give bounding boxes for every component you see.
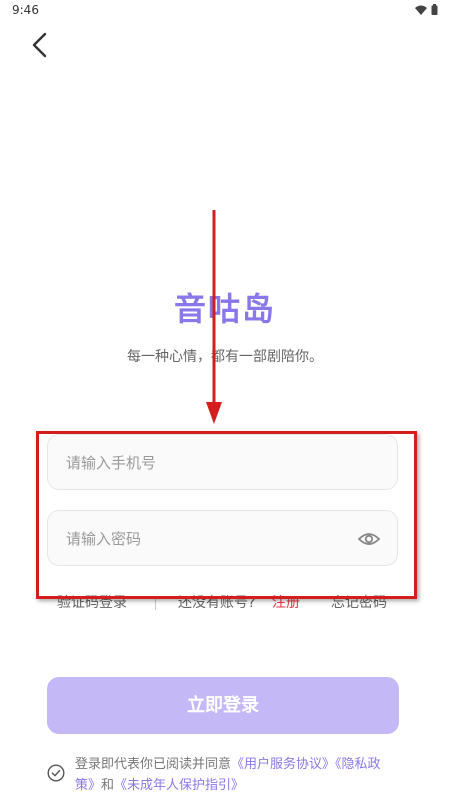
app-title: 音咕岛 bbox=[173, 290, 276, 328]
status-icons bbox=[415, 4, 438, 15]
agreement-and: 和 bbox=[101, 778, 115, 793]
status-time: 9:46 bbox=[12, 3, 39, 17]
battery-icon bbox=[431, 4, 438, 15]
app-slogan: 每一种心情，都有一部剧陪你。 bbox=[127, 349, 323, 365]
minor-guide-link[interactable]: 《未成年人保护指引》 bbox=[114, 778, 244, 793]
status-bar: 9:46 bbox=[0, 0, 450, 22]
user-agreement-link[interactable]: 《用户服务协议》 bbox=[231, 757, 335, 772]
chevron-left-icon bbox=[32, 32, 47, 58]
login-button[interactable]: 立即登录 bbox=[47, 677, 399, 734]
agreement-checkbox[interactable] bbox=[47, 764, 65, 782]
annotation-highlight-box bbox=[36, 431, 417, 599]
agreement-prefix: 登录即代表你已阅读并同意 bbox=[75, 757, 232, 772]
annotation-arrow-icon bbox=[206, 210, 222, 424]
agreement-text: 登录即代表你已阅读并同意《用户服务协议》《隐私政策》和《未成年人保护指引》 bbox=[75, 754, 397, 796]
back-button[interactable] bbox=[26, 30, 56, 60]
wifi-icon bbox=[415, 5, 427, 15]
